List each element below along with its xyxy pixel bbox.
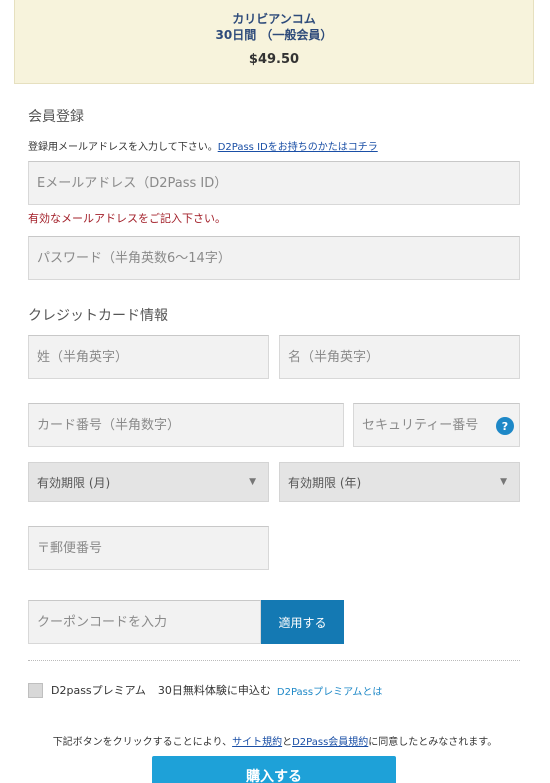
card-number-field[interactable] xyxy=(29,404,343,446)
card-number-field-wrap xyxy=(28,403,344,447)
divider xyxy=(28,660,520,661)
registration-note: 登録用メールアドレスを入力して下さい。D2Pass IDをお持ちのかたはコチラ xyxy=(28,138,378,153)
premium-info-link[interactable]: D2Passプレミアムとは xyxy=(277,683,383,698)
last-name-field-wrap xyxy=(28,335,269,379)
coupon-field-wrap xyxy=(28,600,261,644)
registration-note-text: 登録用メールアドレスを入力して下さい。 xyxy=(28,142,218,153)
chevron-down-icon: ▼ xyxy=(249,477,256,487)
registration-title: 会員登録 xyxy=(28,109,84,125)
postal-code-field[interactable] xyxy=(29,527,268,569)
terms-and: と xyxy=(282,737,293,748)
first-name-field-wrap xyxy=(279,335,520,379)
plan-price: $49.50 xyxy=(248,52,300,67)
expiry-year-label: 有効期限 (年) xyxy=(288,475,362,490)
security-code-field-wrap: ? xyxy=(353,403,520,447)
help-icon[interactable]: ? xyxy=(496,417,514,435)
order-summary: カリビアンコム 30日間 （一般会員） $49.50 xyxy=(14,0,534,84)
expiry-year-select[interactable]: 有効期限 (年) ▼ xyxy=(279,462,520,502)
terms-after: に同意したとみなされます。 xyxy=(368,737,498,748)
first-name-field[interactable] xyxy=(280,336,519,378)
last-name-field[interactable] xyxy=(29,336,268,378)
purchase-button[interactable]: 購入する xyxy=(152,756,396,783)
credit-card-title: クレジットカード情報 xyxy=(28,308,168,324)
email-field-wrap xyxy=(28,161,520,205)
coupon-field[interactable] xyxy=(29,601,260,643)
site-name: カリビアンコム xyxy=(232,12,316,26)
terms-notice: 下記ボタンをクリックすることにより、サイト規約とD2Pass会員規約に同意したと… xyxy=(0,733,550,748)
apply-coupon-button[interactable]: 適用する xyxy=(261,600,344,644)
email-field[interactable] xyxy=(29,162,519,204)
premium-trial-text: 30日無料体験に申込む xyxy=(157,684,271,697)
plan-name: 30日間 （一般会員） xyxy=(215,28,333,42)
premium-label: D2passプレミアム xyxy=(51,684,146,697)
email-error: 有効なメールアドレスをご記入下さい。 xyxy=(28,212,226,225)
d2pass-login-link[interactable]: D2Pass IDをお持ちのかたはコチラ xyxy=(218,142,378,153)
premium-checkbox[interactable] xyxy=(28,682,43,698)
d2pass-terms-link[interactable]: D2Pass会員規約 xyxy=(292,737,368,748)
premium-row: D2passプレミアム 30日無料体験に申込む D2Passプレミアムとは xyxy=(28,682,382,698)
postal-code-field-wrap xyxy=(28,526,269,570)
password-field-wrap xyxy=(28,236,520,280)
site-terms-link[interactable]: サイト規約 xyxy=(232,737,282,748)
password-field[interactable] xyxy=(29,237,519,279)
expiry-month-label: 有効期限 (月) xyxy=(37,475,111,490)
terms-before: 下記ボタンをクリックすることにより、 xyxy=(52,737,233,748)
security-code-field[interactable] xyxy=(354,404,519,446)
expiry-month-select[interactable]: 有効期限 (月) ▼ xyxy=(28,462,269,502)
chevron-down-icon: ▼ xyxy=(500,477,507,487)
